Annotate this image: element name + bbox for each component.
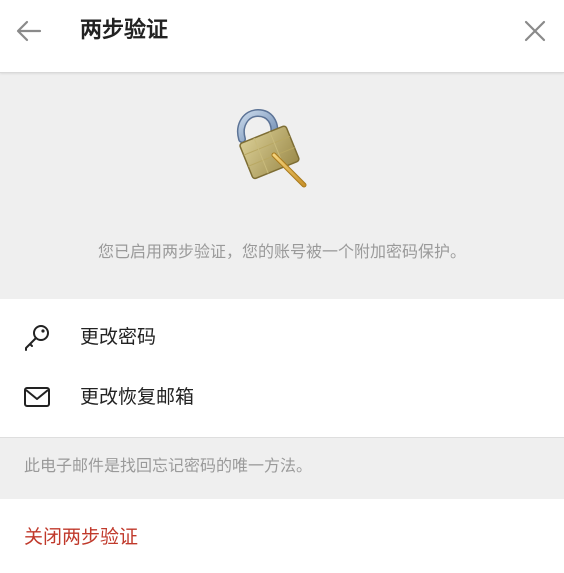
change-recovery-email-item[interactable]: 更改恢复邮箱 [0,368,564,426]
close-icon [524,20,546,42]
two-step-status-panel: 您已启用两步验证，您的账号被一个附加密码保护。 [0,73,564,299]
header-bar: 两步验证 [0,0,564,73]
key-icon [25,325,49,351]
back-button[interactable] [12,14,46,48]
page-title: 两步验证 [80,18,169,43]
note-text: 此电子邮件是找回忘记密码的唯一方法。 [24,456,313,475]
close-button[interactable] [520,16,550,46]
envelope-icon [24,387,50,407]
arrow-left-icon [16,20,42,42]
disable-two-step-button[interactable]: 关闭两步验证 [0,507,564,567]
change-password-label: 更改密码 [80,326,157,348]
recovery-email-note: 此电子邮件是找回忘记密码的唯一方法。 [0,437,564,499]
two-step-description: 您已启用两步验证，您的账号被一个附加密码保护。 [97,242,466,261]
change-recovery-email-label: 更改恢复邮箱 [80,386,195,408]
disable-two-step-label: 关闭两步验证 [24,526,139,548]
change-password-item[interactable]: 更改密码 [0,308,564,366]
padlock-with-key-icon [237,108,307,188]
